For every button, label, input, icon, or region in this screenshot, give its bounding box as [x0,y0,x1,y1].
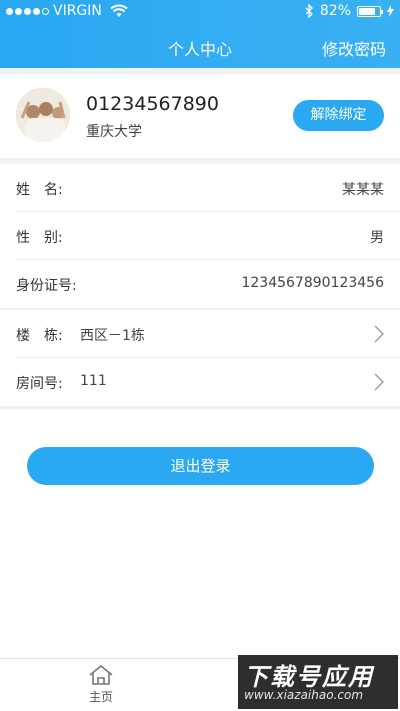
wifi-icon [110,4,128,17]
tab-home-label: 主页 [88,690,113,704]
signal-strength-icon [6,7,49,15]
chevron-right-icon [374,325,384,343]
carrier-indicator: VIRGIN [6,3,128,19]
home-icon [89,664,113,685]
name-value: 某某某 [342,182,384,198]
tab-home[interactable]: 主页 [84,664,118,705]
status-right: 82% [305,3,394,19]
id-number-value: 1234567890123456 [241,275,384,291]
building-row[interactable]: 楼 栋: 西区－1栋 [16,310,400,358]
building-value: 西区－1栋 [80,328,145,344]
logout-button[interactable]: 退出登录 [27,447,374,485]
bluetooth-icon [305,4,313,18]
gender-row: 性 别: 男 [16,212,400,260]
charging-icon [387,5,394,17]
profile-phone: 01234567890 [86,93,219,115]
building-label: 楼 栋: [16,328,63,344]
carrier-name: VIRGIN [53,3,102,19]
profile-card: 01234567890 重庆大学 解除绑定 [0,74,400,158]
gender-label: 性 别: [16,230,63,246]
avatar[interactable] [16,88,70,142]
name-row: 姓 名: 某某某 [16,164,400,212]
chevron-right-icon [374,373,384,391]
dorm-info-group: 楼 栋: 西区－1栋 房间号: 111 [0,310,400,406]
room-value: 111 [80,373,107,389]
room-row[interactable]: 房间号: 111 [16,358,400,406]
app-header: VIRGIN 82% 个人中心 修改密码 [0,0,400,68]
battery-percent: 82% [319,3,351,19]
name-label: 姓 名: [16,182,63,198]
change-password-button[interactable]: 修改密码 [322,36,386,60]
watermark: 下载号应用 www.xiazaihao.com [238,655,398,709]
watermark-title: 下载号应用 [244,663,374,691]
room-label: 房间号: [16,376,63,392]
status-bar: VIRGIN 82% [0,0,400,22]
gender-value: 男 [370,230,384,246]
profile-school: 重庆大学 [86,124,142,140]
battery-fill [359,7,376,15]
watermark-url: www.xiazaihao.com [244,688,364,702]
unbind-button[interactable]: 解除绑定 [293,100,384,131]
battery-icon [357,5,383,17]
id-number-label: 身份证号: [16,278,77,294]
avatar-photo-icon [16,88,70,142]
personal-info-group: 姓 名: 某某某 性 别: 男 身份证号: 1234567890123456 [0,164,400,308]
id-number-row: 身份证号: 1234567890123456 [16,260,400,308]
